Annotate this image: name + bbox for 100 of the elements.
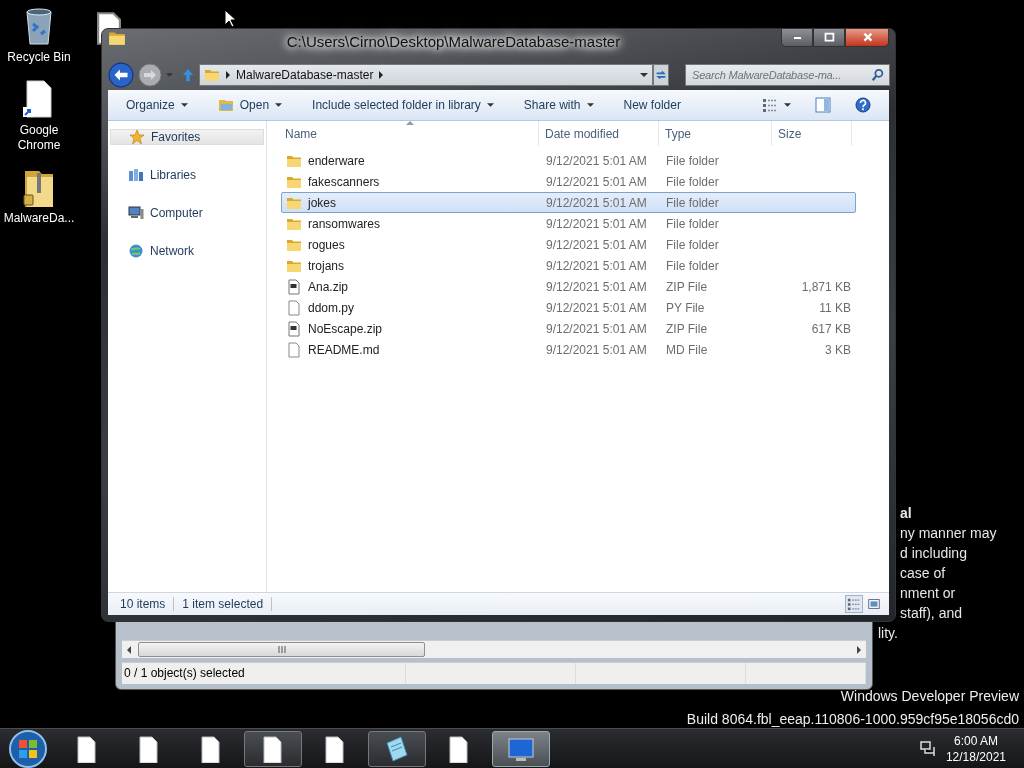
desktop-text-line: d including bbox=[900, 544, 968, 563]
file-name: enderware bbox=[308, 153, 365, 168]
file-row[interactable]: jokes 9/12/2021 5:01 AM File folder bbox=[281, 192, 856, 213]
icon-label[interactable]: Recycle Bin bbox=[7, 50, 71, 65]
minimize-button[interactable] bbox=[781, 29, 813, 47]
chevron-icon bbox=[226, 71, 230, 79]
file-row[interactable]: trojans 9/12/2021 5:01 AM File folder bbox=[281, 255, 856, 276]
star-icon bbox=[129, 129, 145, 145]
grip-icon bbox=[277, 646, 286, 653]
icon-label[interactable]: MalwareDa... bbox=[3, 211, 75, 226]
file-row[interactable]: ransomwares 9/12/2021 5:01 AM File folder bbox=[281, 213, 856, 234]
file-name: ransomwares bbox=[308, 216, 381, 231]
toolbar-button[interactable]: Organize bbox=[120, 95, 194, 115]
file-name: README.md bbox=[308, 342, 380, 357]
date-cell-text: 9/12/2021 5:01 AM bbox=[545, 321, 648, 336]
caret-icon[interactable] bbox=[640, 73, 648, 77]
file-name: trojans bbox=[308, 258, 345, 273]
date-cell-text: 9/12/2021 5:01 AM bbox=[545, 216, 648, 231]
nav-item[interactable]: Favorites bbox=[110, 129, 264, 145]
file-row[interactable]: Ana.zip 9/12/2021 5:01 AM ZIP File 1,871 KB bbox=[281, 276, 856, 297]
zip-file-icon bbox=[286, 320, 302, 337]
desktop-text-line: staff), and bbox=[900, 604, 963, 623]
date-cell-text: 9/12/2021 5:01 AM bbox=[545, 237, 648, 252]
file-row[interactable]: enderware 9/12/2021 5:01 AM File folder bbox=[281, 150, 856, 171]
forward-button[interactable] bbox=[138, 63, 162, 87]
start-button[interactable] bbox=[8, 729, 48, 768]
window-title: C:\Users\Cirno\Desktop\MalwareDatabase-master bbox=[285, 33, 622, 50]
network-icon[interactable] bbox=[919, 741, 936, 757]
desktop-text-line: al bbox=[900, 504, 913, 523]
chevron-icon bbox=[379, 71, 384, 79]
preview-pane-icon bbox=[815, 97, 831, 113]
type-cell-text: File folder bbox=[665, 174, 720, 189]
type-cell-text: File folder bbox=[665, 237, 720, 252]
file-row[interactable]: fakescanners 9/12/2021 5:01 AM File folder bbox=[281, 171, 856, 192]
column-header[interactable]: Size bbox=[772, 121, 852, 146]
type-cell-text: ZIP File bbox=[665, 279, 709, 294]
file-row[interactable]: rogues 9/12/2021 5:01 AM File folder bbox=[281, 234, 856, 255]
column-header[interactable]: Type bbox=[659, 121, 772, 146]
desktop-text-line: nment or bbox=[900, 584, 957, 603]
file-row[interactable]: ddom.py 9/12/2021 5:01 AM PY File 11 KB bbox=[281, 297, 856, 318]
picture-icon bbox=[867, 597, 881, 611]
type-cell-text: File folder bbox=[665, 216, 720, 231]
date-cell-text: 9/12/2021 5:01 AM bbox=[545, 342, 648, 357]
date-cell-text: 9/12/2021 5:01 AM bbox=[545, 195, 648, 210]
date-cell-text: 9/12/2021 5:01 AM bbox=[545, 153, 648, 168]
scroll-left-icon[interactable] bbox=[126, 645, 132, 654]
scroll-right-icon[interactable] bbox=[856, 645, 862, 654]
toolbar-button[interactable]: New folder bbox=[617, 95, 687, 115]
file-row[interactable]: NoEscape.zip 9/12/2021 5:01 AM ZIP File 617 KB bbox=[281, 318, 856, 339]
type-cell-text: MD File bbox=[665, 342, 709, 357]
column-header[interactable]: Date modified bbox=[539, 121, 659, 146]
file-name: Ana.zip bbox=[308, 279, 349, 294]
globe-icon bbox=[128, 243, 144, 259]
maximize-button[interactable] bbox=[813, 29, 845, 47]
computer-icon bbox=[128, 205, 144, 221]
size-cell-text: 1,871 KB bbox=[800, 279, 852, 294]
icon-label[interactable]: Google Chrome bbox=[1, 123, 77, 153]
size-cell-text: 3 KB bbox=[824, 342, 852, 357]
refresh-button[interactable] bbox=[653, 64, 669, 86]
desktop-text-line: lity. bbox=[878, 624, 899, 643]
monitor-icon bbox=[507, 735, 535, 763]
file-name: NoEscape.zip bbox=[308, 321, 383, 336]
file-name: fakescanners bbox=[308, 174, 380, 189]
desktop-text-line: ny manner may bbox=[900, 524, 997, 543]
search-icon bbox=[871, 68, 885, 82]
toolbar-button[interactable]: Share with bbox=[517, 95, 600, 115]
horizontal-scrollbar[interactable] bbox=[122, 640, 866, 658]
nav-item[interactable]: Libraries bbox=[110, 167, 264, 183]
breadcrumb[interactable]: MalwareDatabase-master bbox=[236, 68, 374, 82]
type-cell-text: File folder bbox=[665, 258, 720, 273]
date-cell-text: 9/12/2021 5:01 AM bbox=[545, 279, 648, 294]
column-header[interactable]: Name bbox=[279, 121, 539, 146]
type-cell-text: PY File bbox=[665, 300, 706, 315]
caret-icon bbox=[275, 103, 283, 107]
size-cell-text: 617 KB bbox=[810, 321, 852, 336]
address-bar[interactable]: MalwareDatabase-master bbox=[199, 64, 653, 86]
clock[interactable]: 6:00 AM 12/18/2021 bbox=[945, 733, 1006, 765]
file-name: ddom.py bbox=[308, 300, 355, 315]
file-row[interactable]: README.md 9/12/2021 5:01 AM MD File 3 KB bbox=[281, 339, 856, 360]
details-view-button[interactable] bbox=[845, 595, 863, 613]
taskbar-button[interactable] bbox=[368, 731, 426, 767]
help-icon bbox=[855, 97, 871, 113]
toolbar-button[interactable]: Open bbox=[211, 94, 289, 116]
build-info-text: Windows Developer Preview bbox=[839, 687, 1019, 706]
taskbar-button[interactable] bbox=[244, 731, 302, 767]
nav-item[interactable]: Network bbox=[110, 243, 264, 259]
zip-file-icon bbox=[286, 278, 302, 295]
scrollbar-thumb[interactable] bbox=[138, 642, 425, 657]
type-cell-text: File folder bbox=[665, 195, 720, 210]
type-cell-text: ZIP File bbox=[665, 321, 709, 336]
build-info-text: Build 8064.fbl_eeap.110806-1000.959cf95e18056cd0 bbox=[686, 710, 1019, 729]
back-button[interactable] bbox=[108, 62, 134, 88]
details-view-icon bbox=[762, 97, 778, 113]
close-button[interactable] bbox=[845, 29, 889, 47]
file-name: rogues bbox=[308, 237, 345, 252]
toolbar-button[interactable]: Include selected folder in library bbox=[306, 95, 500, 115]
search-field[interactable]: Search MalwareDatabase-ma... bbox=[685, 64, 890, 86]
nav-item[interactable]: Computer bbox=[110, 205, 264, 221]
folder-icon bbox=[204, 67, 220, 83]
caret-icon bbox=[180, 103, 188, 107]
